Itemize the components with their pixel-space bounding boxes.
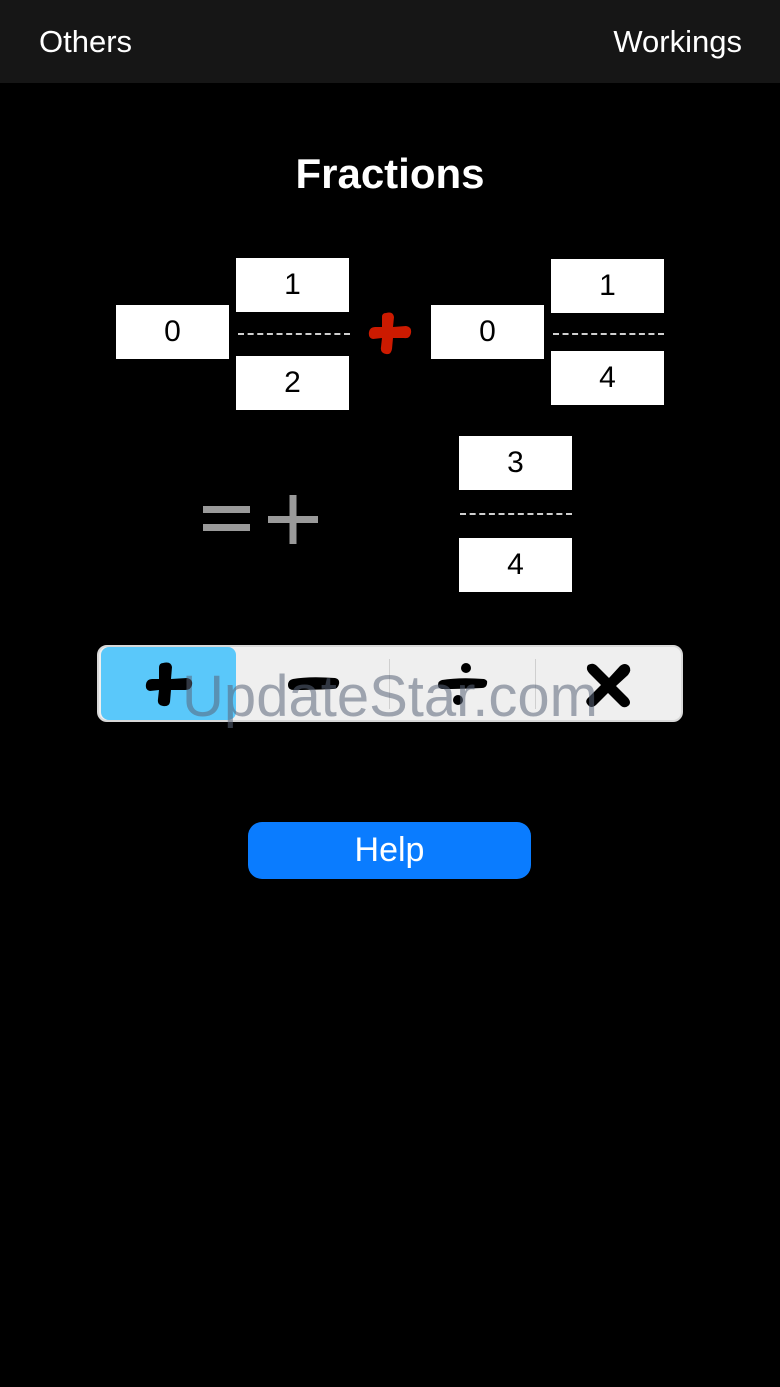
second-fraction-bar bbox=[553, 333, 664, 335]
second-denominator-field[interactable]: 4 bbox=[551, 351, 664, 405]
second-numerator-field[interactable]: 1 bbox=[551, 259, 664, 313]
plus-segment[interactable] bbox=[101, 647, 236, 720]
plus-operator-icon bbox=[368, 312, 412, 355]
navigation-bar: Others Workings bbox=[0, 0, 780, 83]
minus-icon bbox=[288, 677, 340, 690]
equals-plus-sign bbox=[203, 495, 318, 544]
result-denominator: 4 bbox=[459, 538, 572, 592]
result-numerator: 3 bbox=[459, 436, 572, 490]
first-fraction-bar bbox=[238, 333, 350, 335]
divide-segment[interactable] bbox=[390, 647, 534, 720]
first-numerator-field[interactable]: 1 bbox=[236, 258, 349, 312]
multiply-segment[interactable] bbox=[536, 647, 681, 720]
multiply-icon bbox=[586, 663, 631, 708]
help-button[interactable]: Help bbox=[248, 822, 531, 879]
first-whole-field[interactable]: 0 bbox=[116, 305, 229, 359]
operation-selector bbox=[97, 645, 683, 722]
result-fraction-bar bbox=[460, 513, 572, 515]
others-button[interactable]: Others bbox=[39, 20, 132, 64]
first-denominator-field[interactable]: 2 bbox=[236, 356, 349, 410]
divide-icon bbox=[438, 663, 488, 705]
second-whole-field[interactable]: 0 bbox=[431, 305, 544, 359]
workings-button[interactable]: Workings bbox=[613, 20, 742, 64]
plus-icon bbox=[145, 662, 193, 707]
minus-segment[interactable] bbox=[239, 647, 387, 720]
page-title: Fractions bbox=[295, 150, 485, 197]
